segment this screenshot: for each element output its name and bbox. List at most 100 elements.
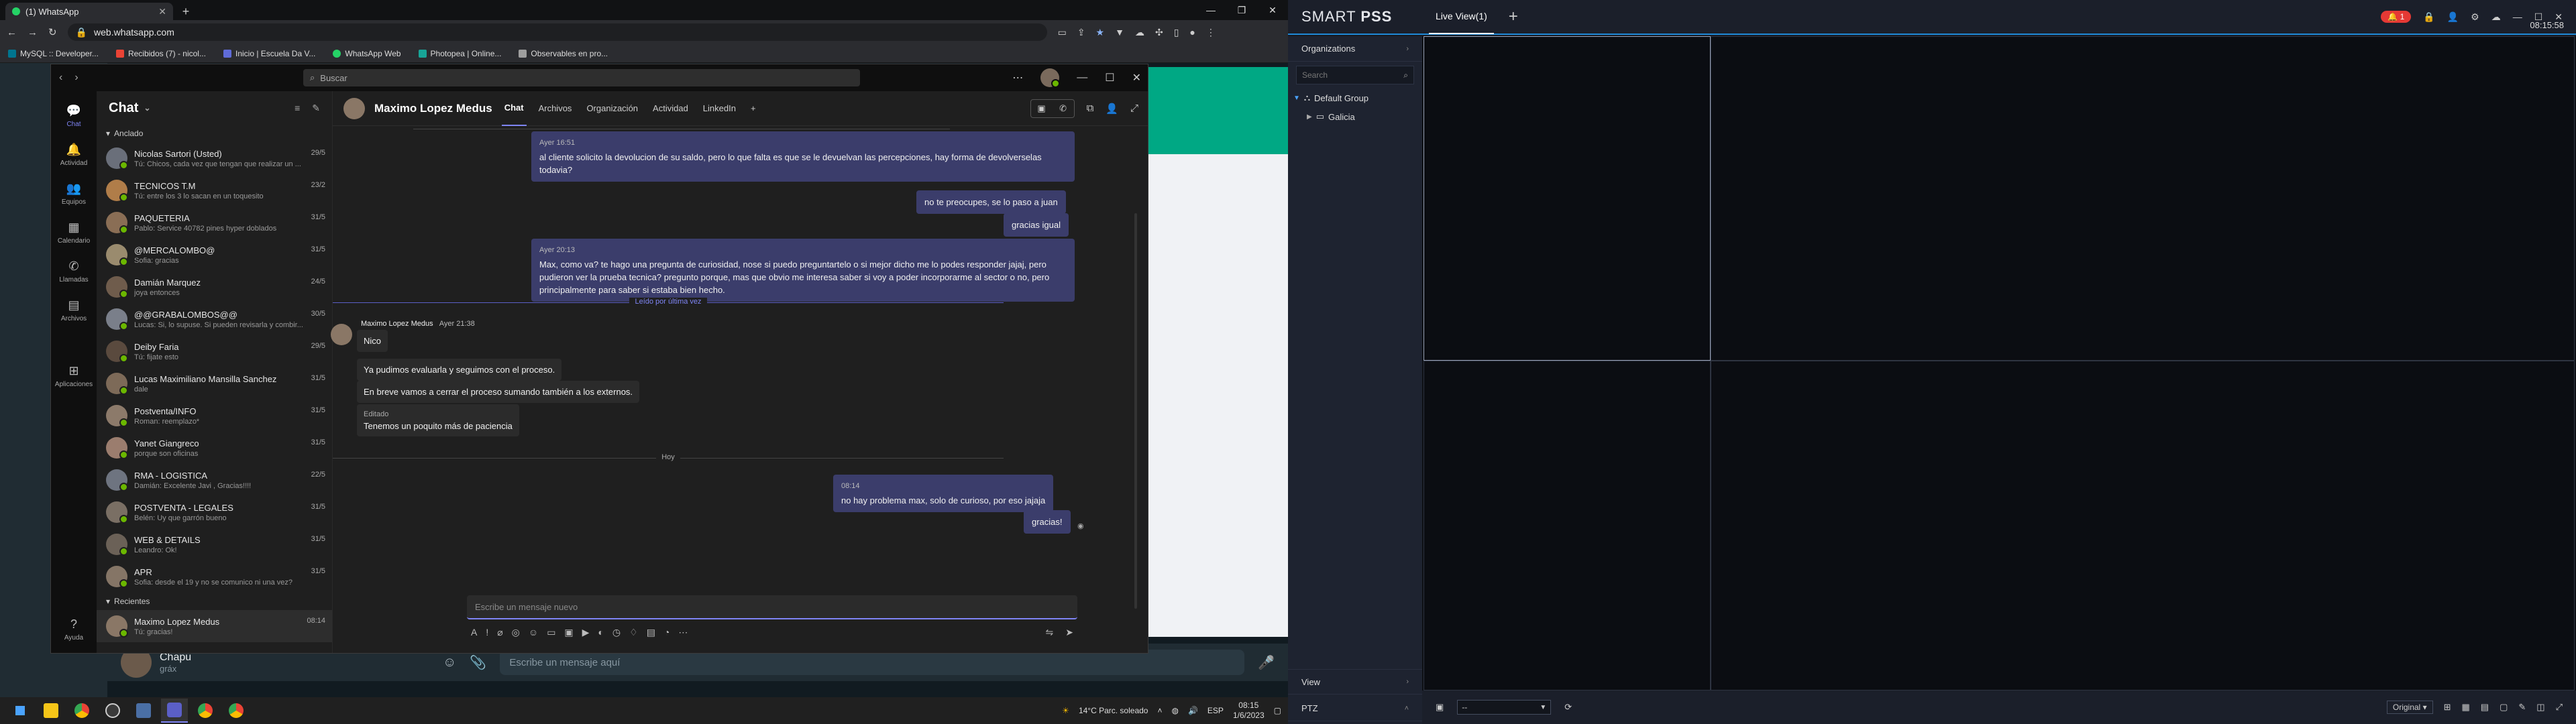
teams-icon[interactable]: [161, 699, 188, 723]
chat-list-item[interactable]: @MERCALOMBO@ 31/5 Sofia: gracias: [97, 239, 332, 271]
custom-layout-icon[interactable]: ▢: [2500, 702, 2508, 713]
view-dropdown[interactable]: -- ▼: [1457, 700, 1552, 715]
bookmark-photopea[interactable]: Photopea | Online...: [418, 49, 501, 58]
refresh-icon[interactable]: ⟳: [1564, 702, 1572, 713]
rail-files[interactable]: ▤ Archivos: [51, 292, 97, 328]
tree-default-group[interactable]: ▼ ⛬ Default Group: [1288, 88, 1422, 107]
avatar[interactable]: [1040, 68, 1061, 88]
video-window-3[interactable]: [1424, 361, 1711, 690]
chat-list-item[interactable]: Maximo Lopez Medus 08:14 Tú: gracias!: [97, 610, 332, 642]
bookmark-davinci[interactable]: Inicio | Escuela Da V...: [223, 49, 315, 58]
people-icon[interactable]: 👤: [1106, 103, 1118, 115]
notification-icon[interactable]: ▢: [1274, 706, 1281, 715]
tab-files[interactable]: Archivos: [536, 91, 575, 126]
sticker-icon[interactable]: ▣: [564, 627, 573, 638]
grid-16-icon[interactable]: ▤: [2481, 702, 2489, 713]
scrollbar[interactable]: [1134, 213, 1137, 609]
close-icon[interactable]: ✕: [1257, 0, 1288, 20]
new-chat-icon[interactable]: ✎: [312, 103, 320, 114]
viva-icon[interactable]: ◔: [664, 627, 669, 638]
organizations-header[interactable]: Organizations ›: [1288, 36, 1422, 62]
gif-icon[interactable]: ▭: [547, 627, 555, 638]
rail-help[interactable]: ? Ayuda: [51, 611, 97, 648]
aspect-dropdown[interactable]: Original ▾: [2386, 701, 2433, 714]
obs-icon[interactable]: [99, 699, 126, 723]
new-tab-button[interactable]: +: [178, 4, 193, 19]
tab-organization[interactable]: Organización: [584, 91, 641, 126]
close-tab-icon[interactable]: ✕: [158, 6, 166, 17]
lock-icon[interactable]: 🔒: [2423, 11, 2434, 23]
bookmark-observables[interactable]: Observables en pro...: [519, 49, 608, 58]
message-sent[interactable]: gracias!: [1024, 510, 1071, 534]
teams-search-input[interactable]: ⌕ Buscar: [303, 69, 860, 86]
message-sent[interactable]: 08:14 no hay problema max, solo de curio…: [833, 475, 1054, 512]
video-window-2[interactable]: [1711, 36, 2575, 361]
add-tab-icon[interactable]: +: [748, 91, 759, 126]
menu-icon[interactable]: ⋮: [1206, 27, 1216, 38]
sidepanel-icon[interactable]: ▯: [1174, 27, 1179, 38]
message-sent[interactable]: Ayer 20:13 Max, como va? te hago una pre…: [531, 239, 1075, 302]
rail-teams[interactable]: 👥 Equipos: [51, 176, 97, 212]
omnibox[interactable]: 🔒 web.whatsapp.com: [67, 23, 1047, 41]
file-explorer-icon[interactable]: [38, 699, 64, 723]
message-received[interactable]: Nico: [357, 330, 388, 352]
windows-start-icon[interactable]: [7, 699, 34, 723]
forward-icon[interactable]: →: [28, 27, 38, 38]
chat-list-item[interactable]: Lucas Maximiliano Mansilla Sanchez 31/5 da…: [97, 367, 332, 400]
minimize-icon[interactable]: —: [1077, 72, 1087, 84]
send-icon[interactable]: ➤: [1065, 627, 1073, 638]
priority-icon[interactable]: !: [486, 627, 488, 638]
rail-activity[interactable]: 🔔 Actividad: [51, 137, 97, 173]
emoji-icon[interactable]: ☺: [529, 627, 538, 638]
screen-share-icon[interactable]: ⧉: [1087, 103, 1094, 114]
fullscreen-icon[interactable]: ⤢: [2556, 702, 2563, 713]
video-window-1[interactable]: [1424, 36, 1711, 361]
video-window-4[interactable]: [1711, 361, 2575, 690]
message-sent[interactable]: gracias igual: [1004, 213, 1069, 237]
maximize-icon[interactable]: ☐: [1105, 71, 1114, 84]
edit-icon[interactable]: ✎: [2518, 702, 2526, 713]
tree-galicia[interactable]: ▶ ▭ Galicia: [1288, 107, 1422, 126]
bookmark-gmail[interactable]: Recibidos (7) - nicol...: [115, 49, 206, 58]
snapshot-icon[interactable]: ◫: [2536, 702, 2544, 713]
chat-list-item[interactable]: @@GRABALOMBOS@@ 30/5 Lucas: Si, lo supuse.…: [97, 303, 332, 335]
rail-calendar[interactable]: ▦ Calendario: [51, 215, 97, 251]
volume-icon[interactable]: 🔊: [1188, 706, 1198, 715]
chevron-down-icon[interactable]: ⌄: [144, 103, 150, 113]
chrome-icon-2[interactable]: [223, 699, 250, 723]
view-section[interactable]: View ›: [1288, 669, 1422, 695]
more-icon[interactable]: ⋯: [1012, 71, 1023, 84]
chat-list-item[interactable]: WEB & DETAILS 31/5 Leandro: Ok!: [97, 528, 332, 560]
reload-icon[interactable]: ↻: [48, 26, 57, 38]
format-icon[interactable]: A: [471, 627, 477, 638]
bookmark-whatsapp[interactable]: WhatsApp Web: [333, 49, 401, 58]
chat-list-item[interactable]: POSTVENTA - LEGALES 31/5 Belén: Uy que gar…: [97, 496, 332, 528]
chat-list-item[interactable]: Deiby Faria 29/5 Tú: fijate esto: [97, 335, 332, 367]
chat-list-item[interactable]: PAQUETERIA 31/5 Pablo: Service 40782 pines…: [97, 206, 332, 239]
tasks-icon[interactable]: ▤: [647, 627, 655, 638]
rail-apps[interactable]: ⊞ Aplicaciones: [51, 358, 97, 394]
updates-icon[interactable]: ♢: [629, 627, 638, 638]
message-sent[interactable]: Ayer 16:51 al cliente solicito la devolu…: [531, 131, 1075, 182]
star-icon[interactable]: ★: [1096, 27, 1105, 38]
microphone-icon[interactable]: 🎤: [1258, 654, 1275, 671]
rail-chat[interactable]: 💬 Chat: [51, 98, 97, 134]
chat-list-item[interactable]: TECNICOS T.M 23/2 Tú: entre los 3 lo sacan…: [97, 174, 332, 206]
loop-icon[interactable]: ◎: [512, 627, 520, 638]
user-icon[interactable]: 👤: [2447, 11, 2459, 23]
chat-list-item[interactable]: RMA - LOGISTICA 22/5 Damián: Excelente Jav…: [97, 464, 332, 496]
chat-list-item[interactable]: Damián Marquez 24/5 joya entonces: [97, 271, 332, 303]
weather-text[interactable]: 14°C Parc. soleado: [1079, 706, 1148, 715]
close-icon[interactable]: ✕: [1132, 71, 1141, 84]
device-search-input[interactable]: Search ⌕: [1296, 66, 1414, 84]
network-icon[interactable]: ◍: [1171, 706, 1178, 715]
audio-call-icon[interactable]: ✆: [1053, 100, 1074, 117]
chat-list-item[interactable]: Yanet Giangreco 31/5 porque son oficinas: [97, 432, 332, 464]
settings-icon[interactable]: ⚙: [2471, 11, 2479, 23]
filter-icon[interactable]: ≡: [294, 103, 300, 114]
rail-calls[interactable]: ✆ Llamadas: [51, 253, 97, 290]
back-icon[interactable]: ←: [7, 27, 17, 38]
cloud-icon[interactable]: ☁: [2491, 11, 2501, 23]
chat-list-item[interactable]: Postventa/INFO 31/5 Roman: reemplazo*: [97, 400, 332, 432]
popout-icon[interactable]: ⤢: [1130, 103, 1138, 114]
